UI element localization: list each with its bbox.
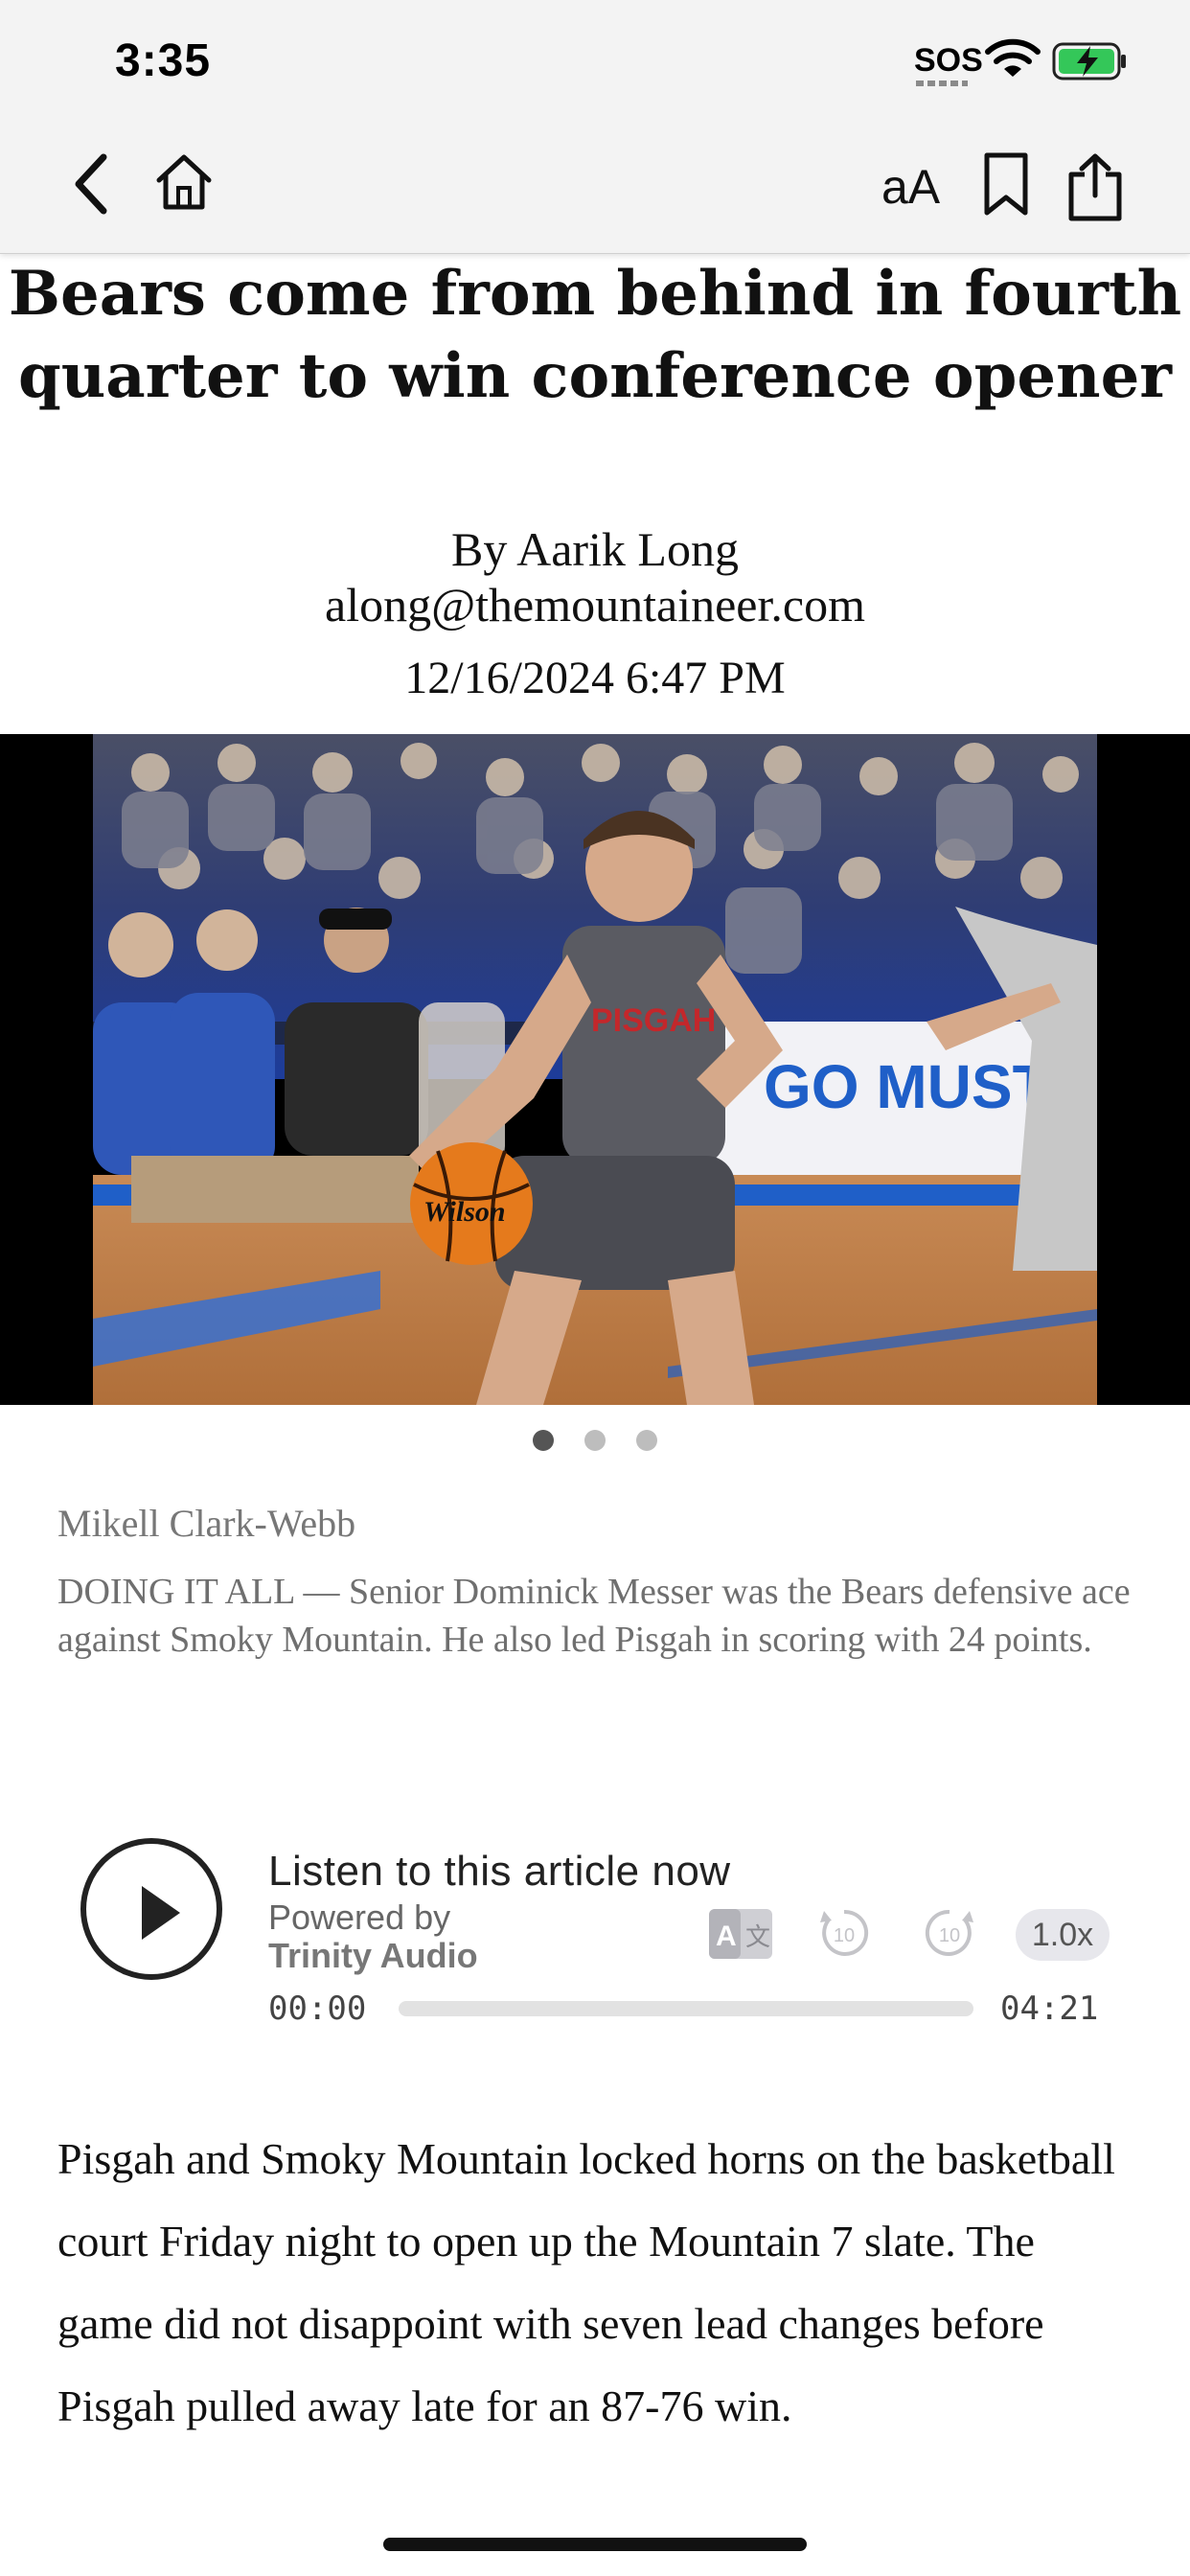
svg-text:10: 10 [939, 1925, 960, 1946]
author-name: By Aarik Long [451, 522, 739, 576]
carousel-dot-3[interactable] [636, 1430, 658, 1451]
carousel-page-indicator[interactable] [0, 1430, 1190, 1456]
progress-track[interactable] [399, 2001, 973, 2016]
playback-speed-button[interactable]: 1.0x [1016, 1909, 1110, 1961]
play-icon [142, 1886, 180, 1940]
photo-carousel[interactable]: GO MUSTANGS! PISGAH [0, 734, 1190, 1405]
carousel-dot-1[interactable] [532, 1430, 554, 1451]
provider-name[interactable]: Trinity Audio [268, 1936, 478, 1976]
jersey-text: PISGAH [591, 1002, 716, 1039]
play-button[interactable] [80, 1838, 222, 1980]
article-photo[interactable]: GO MUSTANGS! PISGAH [93, 734, 1097, 1405]
ball-text: Wilson [423, 1196, 506, 1228]
byline: By Aarik Long along@themountaineer.com [0, 521, 1190, 632]
audio-player: Listen to this article now Powered by Tr… [0, 1821, 1190, 2028]
battery-charging-icon [1052, 42, 1126, 80]
svg-text:10: 10 [834, 1925, 855, 1946]
current-time: 00:00 [268, 1990, 367, 2028]
publish-date: 12/16/2024 6:47 PM [404, 653, 786, 703]
svg-text:A: A [716, 1920, 737, 1952]
back-chevron-icon[interactable] [69, 151, 115, 217]
svg-text:文: 文 [745, 1922, 770, 1951]
rewind-10-icon[interactable]: 10 [816, 1905, 872, 1961]
home-indicator[interactable] [383, 2538, 807, 2551]
forward-10-icon[interactable]: 10 [922, 1905, 977, 1961]
status-time: 3:35 [115, 35, 212, 86]
carousel-dot-2[interactable] [584, 1430, 606, 1451]
powered-by-label: Powered by [268, 1898, 451, 1937]
sos-indicator: SOS [914, 42, 983, 79]
article-title: Bears come from behind in fourth quarter… [8, 258, 1182, 412]
basketball-player-photo: GO MUSTANGS! PISGAH [93, 734, 1097, 1405]
translate-icon[interactable]: A 文 [707, 1907, 774, 1961]
text-size-button[interactable]: aA [881, 159, 940, 215]
photo-caption: DOING IT ALL — Senior Dominick Messer wa… [57, 1572, 1131, 1660]
wifi-icon [985, 38, 1041, 77]
cellular-signal-icon [916, 80, 968, 86]
home-icon[interactable] [153, 151, 215, 213]
share-icon[interactable] [1064, 153, 1127, 222]
photo-credit: Mikell Clark-Webb [57, 1502, 356, 1545]
top-navigation-bar: 3:35 SOS aA [0, 0, 1190, 254]
article-body: Pisgah and Smoky Mountain locked horns o… [57, 2134, 1115, 2430]
duration: 04:21 [1000, 1990, 1099, 2028]
audio-title: Listen to this article now [268, 1848, 731, 1895]
author-email-link[interactable]: along@themountaineer.com [0, 577, 1190, 632]
bookmark-icon[interactable] [979, 151, 1033, 218]
